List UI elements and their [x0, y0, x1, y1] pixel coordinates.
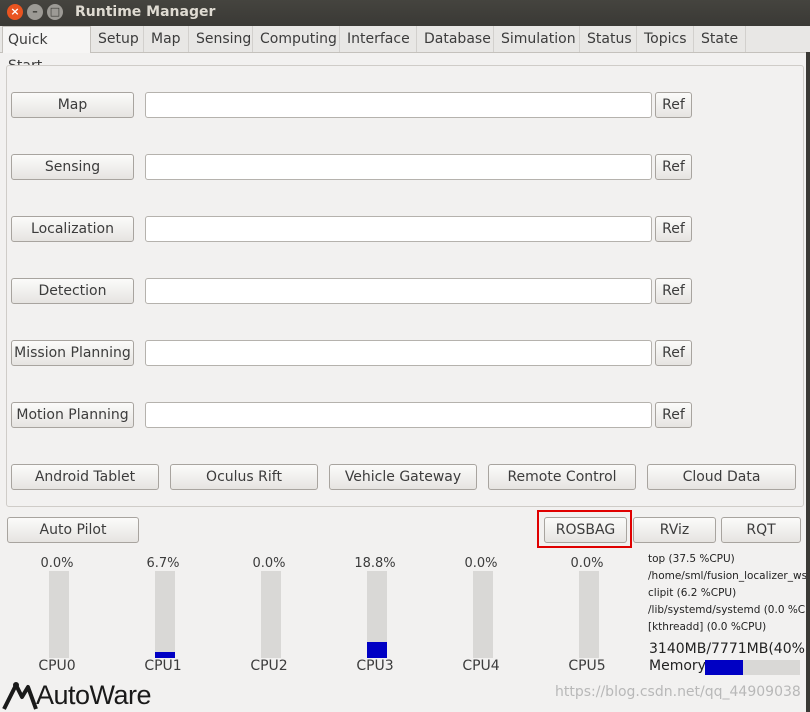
cpu-monitor-5: 0.0% CPU5: [557, 550, 617, 680]
cpu-label: CPU3: [356, 658, 394, 674]
sensing-button[interactable]: Sensing: [11, 154, 134, 180]
sensing-ref-button[interactable]: Ref: [655, 154, 692, 180]
window-edge: [806, 52, 810, 712]
sensing-path-field[interactable]: [145, 154, 652, 180]
cpu-bar: [155, 571, 175, 658]
cpu-bar: [473, 571, 493, 658]
cpu-bar: [49, 571, 69, 658]
tab-state[interactable]: State: [696, 26, 746, 52]
maximize-icon[interactable]: □: [47, 4, 63, 20]
map-path-field[interactable]: [145, 92, 652, 118]
cpu-label: CPU5: [568, 658, 606, 674]
cpu-percent: 18.8%: [354, 556, 396, 571]
oculus-rift-button[interactable]: Oculus Rift: [170, 464, 318, 490]
top-process-line: top (37.5 %CPU): [648, 553, 735, 565]
motion-planning-button[interactable]: Motion Planning: [11, 402, 134, 428]
motion-planning-ref-button[interactable]: Ref: [655, 402, 692, 428]
autoware-logo-icon: [2, 682, 38, 710]
detection-ref-button[interactable]: Ref: [655, 278, 692, 304]
tab-sensing[interactable]: Sensing: [191, 26, 253, 52]
cpu-bar: [579, 571, 599, 658]
cpu-bar-fill: [367, 641, 387, 658]
cpu-label: CPU1: [144, 658, 182, 674]
rqt-button[interactable]: RQT: [721, 517, 801, 543]
autoware-logo: AutoWare: [0, 680, 200, 712]
cloud-data-button[interactable]: Cloud Data: [647, 464, 796, 490]
cpu-label: CPU2: [250, 658, 288, 674]
top-process-line: /lib/systemd/systemd (0.0 %CPU): [648, 604, 806, 616]
cpu-monitor-3: 18.8% CPU3: [345, 550, 405, 680]
tab-topics[interactable]: Topics: [639, 26, 694, 52]
top-process-line: clipit (6.2 %CPU): [648, 587, 737, 599]
top-process-line: /home/sml/fusion_localizer_ws/c: [648, 570, 806, 582]
map-button[interactable]: Map: [11, 92, 134, 118]
rosbag-highlight-box: [537, 510, 632, 548]
cpu-label: CPU0: [38, 658, 76, 674]
cpu-bar: [367, 571, 387, 658]
title-bar: × – □ Runtime Manager: [0, 0, 810, 26]
cpu-monitor-0: 0.0% CPU0: [27, 550, 87, 680]
tab-simulation[interactable]: Simulation: [496, 26, 580, 52]
localization-ref-button[interactable]: Ref: [655, 216, 692, 242]
detection-button[interactable]: Detection: [11, 278, 134, 304]
localization-button[interactable]: Localization: [11, 216, 134, 242]
auto-pilot-button[interactable]: Auto Pilot: [7, 517, 139, 543]
tab-map[interactable]: Map: [146, 26, 189, 52]
tab-interface[interactable]: Interface: [342, 26, 417, 52]
tab-setup[interactable]: Setup: [93, 26, 144, 52]
cpu-monitor-2: 0.0% CPU2: [239, 550, 299, 680]
mission-planning-ref-button[interactable]: Ref: [655, 340, 692, 366]
tab-database[interactable]: Database: [419, 26, 494, 52]
detection-path-field[interactable]: [145, 278, 652, 304]
tab-status[interactable]: Status: [582, 26, 637, 52]
android-tablet-button[interactable]: Android Tablet: [11, 464, 159, 490]
vehicle-gateway-button[interactable]: Vehicle Gateway: [329, 464, 477, 490]
memory-usage-text: 3140MB/7771MB(40%): [649, 641, 810, 657]
tab-bar: Quick Start Setup Map Sensing Computing …: [0, 26, 810, 74]
close-icon[interactable]: ×: [7, 4, 23, 20]
remote-control-button[interactable]: Remote Control: [488, 464, 636, 490]
memory-bar-fill: [705, 660, 743, 675]
motion-planning-path-field[interactable]: [145, 402, 652, 428]
cpu-percent: 0.0%: [252, 556, 286, 571]
cpu-monitor-4: 0.0% CPU4: [451, 550, 511, 680]
top-process-line: [kthreadd] (0.0 %CPU): [648, 621, 767, 633]
cpu-percent: 0.0%: [464, 556, 498, 571]
cpu-percent: 0.0%: [40, 556, 74, 571]
cpu-monitor-1: 6.7% CPU1: [133, 550, 193, 680]
rviz-button[interactable]: RViz: [633, 517, 716, 543]
minimize-icon[interactable]: –: [27, 4, 43, 20]
cpu-percent: 6.7%: [146, 556, 180, 571]
memory-label: Memory: [649, 658, 706, 674]
tab-quick-start[interactable]: Quick Start: [2, 26, 91, 74]
watermark-text: https://blog.csdn.net/qq_44909038: [555, 684, 801, 700]
cpu-percent: 0.0%: [570, 556, 604, 571]
logo-text: AutoWare: [36, 680, 152, 710]
map-ref-button[interactable]: Ref: [655, 92, 692, 118]
mission-planning-path-field[interactable]: [145, 340, 652, 366]
cpu-label: CPU4: [462, 658, 500, 674]
localization-path-field[interactable]: [145, 216, 652, 242]
cpu-bar: [261, 571, 281, 658]
memory-bar: [705, 660, 800, 675]
window-title: Runtime Manager: [75, 4, 216, 20]
tab-computing[interactable]: Computing: [255, 26, 340, 52]
mission-planning-button[interactable]: Mission Planning: [11, 340, 134, 366]
